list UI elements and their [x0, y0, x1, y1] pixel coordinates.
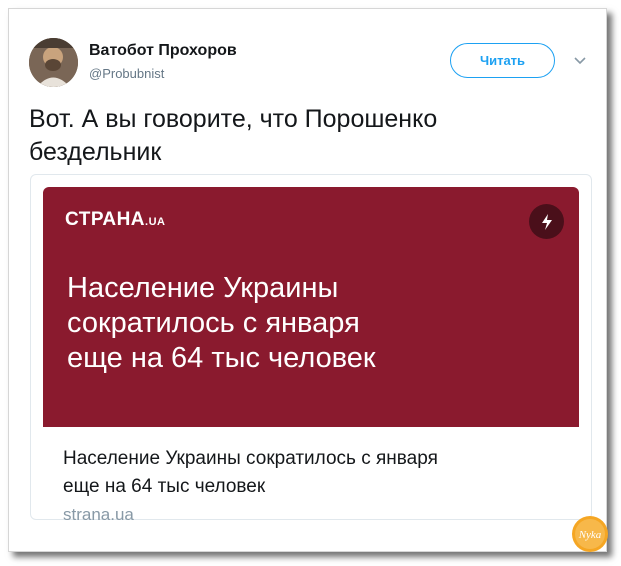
headline-line: еще на 64 тыс человек [67, 342, 376, 374]
link-card[interactable]: СТРАНА.UA Население Украины сократилось … [30, 174, 592, 524]
card-title[interactable]: Население Украины сократилось с января е… [63, 445, 563, 501]
logo-suffix: .UA [145, 216, 166, 228]
chevron-down-icon[interactable] [572, 55, 588, 67]
logo-main: СТРАНА [65, 209, 146, 230]
svg-text:Nyka: Nyka [578, 529, 602, 541]
author-name[interactable]: Ватобот Прохоров [89, 42, 237, 60]
author-handle[interactable]: @Probubnist [89, 66, 164, 81]
tweet-text-line: бездельник [29, 138, 162, 166]
tweet-text-line: Вот. А вы говорите, что Порошенко [29, 105, 438, 133]
headline-line: сократилось с января [67, 307, 360, 339]
card-domain[interactable]: strana.ua [63, 505, 134, 525]
avatar-image [29, 38, 78, 87]
card-image[interactable]: СТРАНА.UA Население Украины сократилось … [43, 187, 579, 427]
headline-line: Население Украины [67, 272, 339, 304]
card-title-line: еще на 64 тыс человек [63, 476, 266, 497]
author-avatar[interactable] [29, 38, 78, 87]
watermark-logo: Nyka [572, 516, 608, 552]
lightning-bolt-icon [529, 204, 564, 239]
strana-logo: СТРАНА.UA [65, 209, 165, 231]
card-image-headline: Население Украины сократилось с января е… [67, 271, 537, 376]
card-title-line: Население Украины сократилось с января [63, 448, 438, 469]
follow-button[interactable]: Читать [450, 43, 555, 78]
tweet-text: Вот. А вы говорите, что Порошенко бездел… [29, 103, 589, 169]
tweet-container: Ватобот Прохоров @Probubnist Читать Вот.… [8, 8, 608, 552]
